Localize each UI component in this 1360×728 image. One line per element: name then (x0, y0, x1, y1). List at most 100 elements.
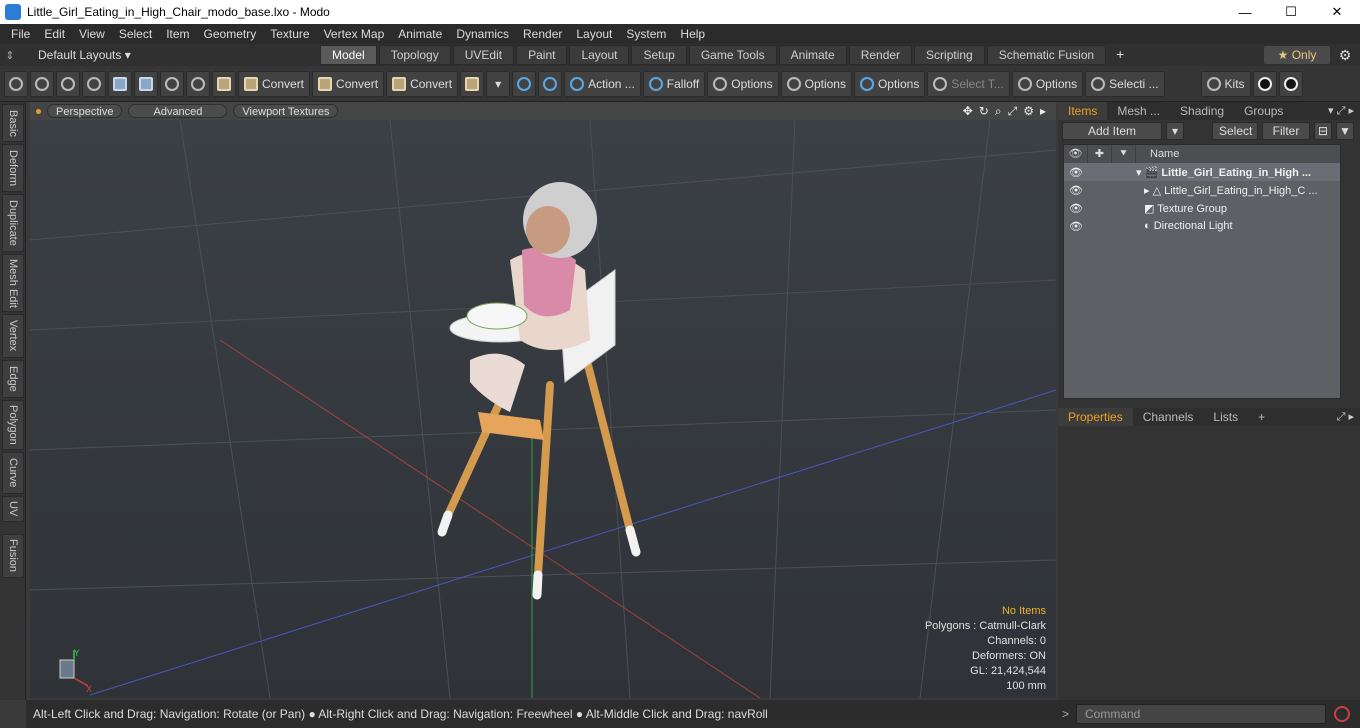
pen-tool-button[interactable] (56, 70, 80, 97)
pan-icon[interactable]: ✥ (963, 104, 973, 119)
eye-icon[interactable]: 👁 (1064, 202, 1088, 215)
menu-file[interactable]: File (4, 27, 37, 41)
tab-edge[interactable]: Edge (2, 360, 24, 398)
menu-help[interactable]: Help (673, 27, 712, 41)
menu-view[interactable]: View (72, 27, 112, 41)
brush-tool-button[interactable] (82, 70, 106, 97)
gear-icon[interactable]: ⚙ (1330, 47, 1360, 64)
add-tab-button[interactable]: + (1108, 45, 1132, 65)
options-button-2[interactable]: Options (780, 70, 852, 97)
menu-edit[interactable]: Edit (37, 27, 72, 41)
viewport-textures-button[interactable]: Viewport Textures (233, 104, 339, 118)
mesh-dropdown-button[interactable]: ▾ (486, 70, 511, 97)
tab-game-tools[interactable]: Game Tools (688, 45, 777, 65)
maximize-button[interactable]: ☐ (1268, 0, 1314, 24)
type-column-icon[interactable]: ⯆ (1112, 145, 1136, 163)
tab-fusion[interactable]: Fusion (2, 534, 24, 578)
panel-controls-icon[interactable]: ▾ ⤢ ▸ (1328, 104, 1360, 118)
minimize-button[interactable]: — (1222, 0, 1268, 24)
visibility-column-icon[interactable]: 👁 (1064, 145, 1088, 163)
menu-dynamics[interactable]: Dynamics (449, 27, 516, 41)
tab-mesh[interactable]: Mesh ... (1107, 102, 1170, 120)
tree-row[interactable]: 👁 ◩ Texture Group (1064, 199, 1340, 217)
grip-icon[interactable]: ⇕ (0, 49, 20, 62)
tab-setup[interactable]: Setup (631, 45, 687, 65)
tab-basic[interactable]: Basic (2, 104, 24, 142)
lock-column-icon[interactable]: ✚ (1088, 145, 1112, 163)
vertex-mode-button[interactable] (4, 70, 28, 97)
kits-button[interactable]: Kits (1200, 70, 1251, 97)
menu-texture[interactable]: Texture (263, 27, 316, 41)
selection-button[interactable]: Selecti ... (1085, 70, 1165, 97)
viewport-expand-icon[interactable]: ▸ (1040, 104, 1046, 119)
menu-vertex-map[interactable]: Vertex Map (317, 27, 392, 41)
unity-button[interactable] (1252, 70, 1277, 97)
falloff-button[interactable]: Falloff (642, 70, 706, 97)
tab-curve[interactable]: Curve (2, 452, 24, 494)
perspective-button[interactable]: Perspective (47, 104, 123, 118)
tab-polygon[interactable]: Polygon (2, 400, 24, 450)
tab-uv[interactable]: UV (2, 496, 24, 522)
globe-mode-button[interactable] (30, 70, 54, 97)
props-controls-icon[interactable]: ⤢ ▸ (1337, 410, 1360, 424)
tab-duplicate[interactable]: Duplicate (2, 194, 24, 252)
viewport-gear-icon[interactable]: ⚙ (1023, 104, 1034, 119)
tab-animate[interactable]: Animate (778, 45, 847, 65)
menu-geometry[interactable]: Geometry (197, 27, 264, 41)
close-button[interactable]: ✕ (1314, 0, 1360, 24)
edge-mode-button[interactable] (108, 70, 132, 97)
tab-scripting[interactable]: Scripting (914, 45, 985, 65)
tab-properties[interactable]: Properties (1058, 408, 1133, 426)
select-button[interactable]: Select (1212, 122, 1258, 140)
menu-render[interactable]: Render (516, 27, 569, 41)
mesh-cube-button[interactable] (460, 70, 485, 97)
rotate-icon[interactable]: ↻ (979, 104, 989, 119)
maximize-viewport-icon[interactable]: ⤢ (1008, 104, 1018, 119)
tab-groups[interactable]: Groups (1234, 102, 1293, 120)
options-button-1[interactable]: Options (707, 70, 779, 97)
convert-button-1[interactable]: Convert (238, 70, 311, 97)
eye-icon[interactable]: 👁 (1064, 166, 1088, 179)
advanced-button[interactable]: Advanced (128, 104, 228, 118)
convert-button-3[interactable]: Convert (386, 70, 459, 97)
command-input[interactable]: Command (1076, 704, 1326, 724)
layout-preset-dropdown[interactable]: Default Layouts ▾ (20, 48, 320, 62)
tab-lists[interactable]: Lists (1203, 408, 1248, 426)
unreal-button[interactable] (1278, 70, 1303, 97)
tab-render[interactable]: Render (848, 45, 913, 65)
add-item-dropdown[interactable]: ▾ (1166, 122, 1184, 140)
tree-row[interactable]: 👁 ▸ △ Little_Girl_Eating_in_High_C ... (1064, 181, 1340, 199)
tab-model[interactable]: Model (320, 45, 377, 65)
record-icon[interactable] (1334, 706, 1350, 722)
eye-icon[interactable]: 👁 (1064, 220, 1088, 233)
snap-button[interactable] (538, 70, 563, 97)
menu-layout[interactable]: Layout (569, 27, 619, 41)
tab-shading[interactable]: Shading (1170, 102, 1234, 120)
tab-uvedit[interactable]: UVEdit (452, 45, 515, 65)
viewport-menu-dot-icon[interactable] (36, 108, 41, 114)
name-column-header[interactable]: Name (1136, 148, 1179, 160)
material-mode-button[interactable] (186, 70, 210, 97)
tab-schematic-fusion[interactable]: Schematic Fusion (986, 45, 1107, 65)
tab-deform[interactable]: Deform (2, 144, 24, 192)
tree-row[interactable]: 👁 ◐ Directional Light (1064, 217, 1340, 235)
polygon-mode-button[interactable] (134, 70, 158, 97)
convert-button-2[interactable]: Convert (312, 70, 385, 97)
action-center-button[interactable]: Action ... (564, 70, 641, 97)
tab-channels[interactable]: Channels (1133, 408, 1204, 426)
add-item-button[interactable]: Add Item (1062, 122, 1162, 140)
eye-icon[interactable]: 👁 (1064, 184, 1088, 197)
item-mode-button[interactable] (160, 70, 184, 97)
select-through-button[interactable]: Select T... (927, 70, 1010, 97)
zoom-icon[interactable]: ⌕ (995, 104, 1002, 119)
tab-vertex[interactable]: Vertex (2, 314, 24, 358)
options-button-4[interactable]: Options (1011, 70, 1084, 97)
add-props-tab-button[interactable]: + (1248, 408, 1275, 426)
3d-viewport[interactable]: Y X No Items Polygons : Catmull-Clark Ch… (30, 120, 1056, 698)
collapse-icon[interactable]: ⊟ (1314, 122, 1332, 140)
shield-mode-button[interactable] (212, 70, 236, 97)
tab-layout[interactable]: Layout (569, 45, 630, 65)
tab-topology[interactable]: Topology (378, 45, 451, 65)
options-button-3[interactable]: Options (853, 70, 926, 97)
tab-paint[interactable]: Paint (516, 45, 568, 65)
